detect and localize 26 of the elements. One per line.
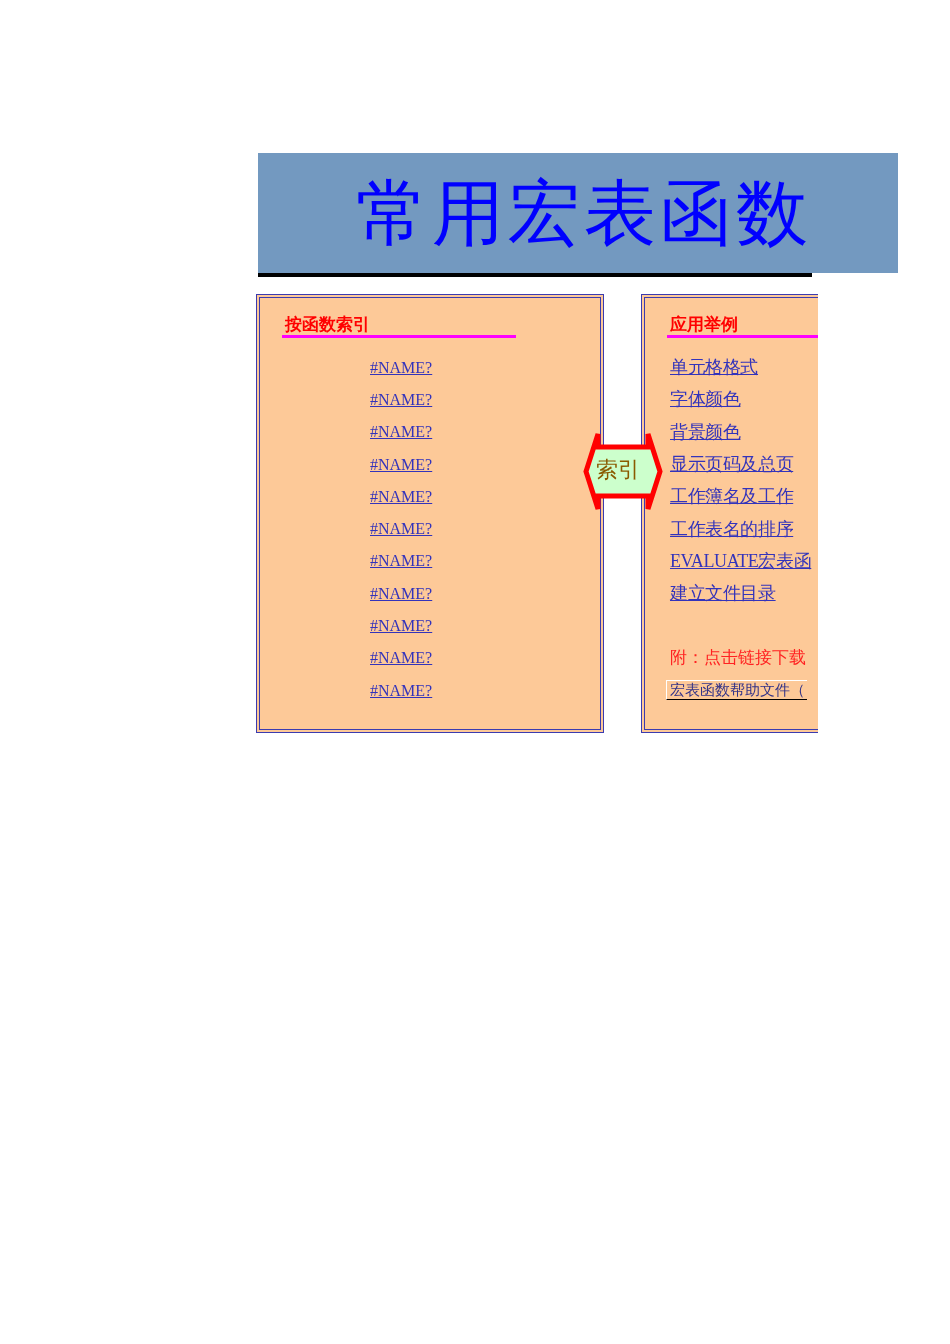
function-link[interactable]: #NAME?: [370, 551, 433, 571]
page-title: 常用宏表函数: [356, 171, 812, 255]
function-link[interactable]: #NAME?: [370, 486, 433, 506]
arrow-label: 索引: [596, 457, 640, 483]
download-link[interactable]: 宏表函数帮助文件（: [666, 680, 807, 701]
function-link[interactable]: #NAME?: [370, 583, 433, 603]
example-link[interactable]: 背景颜色: [670, 420, 741, 443]
example-link[interactable]: EVALUATE宏表函: [670, 549, 812, 572]
example-link[interactable]: 工作表名的排序: [670, 517, 794, 540]
example-link[interactable]: 工作簿名及工作: [670, 485, 794, 508]
panel-heading: 应用举例: [667, 315, 818, 338]
function-link[interactable]: #NAME?: [370, 680, 433, 700]
example-link[interactable]: 单元格格式: [670, 356, 758, 379]
function-link[interactable]: #NAME?: [370, 357, 433, 377]
example-link[interactable]: 显示页码及总页: [670, 453, 794, 476]
function-link[interactable]: #NAME?: [370, 519, 433, 539]
note-text: 附：点击链接下载: [670, 647, 806, 668]
panel-heading: 按函数索引: [282, 315, 516, 338]
example-link[interactable]: 建立文件目录: [670, 582, 776, 605]
function-link[interactable]: #NAME?: [370, 616, 433, 635]
function-link[interactable]: #NAME?: [370, 422, 433, 442]
function-link[interactable]: #NAME?: [370, 454, 433, 474]
double-arrow[interactable]: [583, 430, 663, 513]
function-link[interactable]: #NAME?: [370, 389, 433, 409]
example-link[interactable]: 字体颜色: [670, 388, 741, 411]
function-link[interactable]: #NAME?: [370, 648, 433, 668]
